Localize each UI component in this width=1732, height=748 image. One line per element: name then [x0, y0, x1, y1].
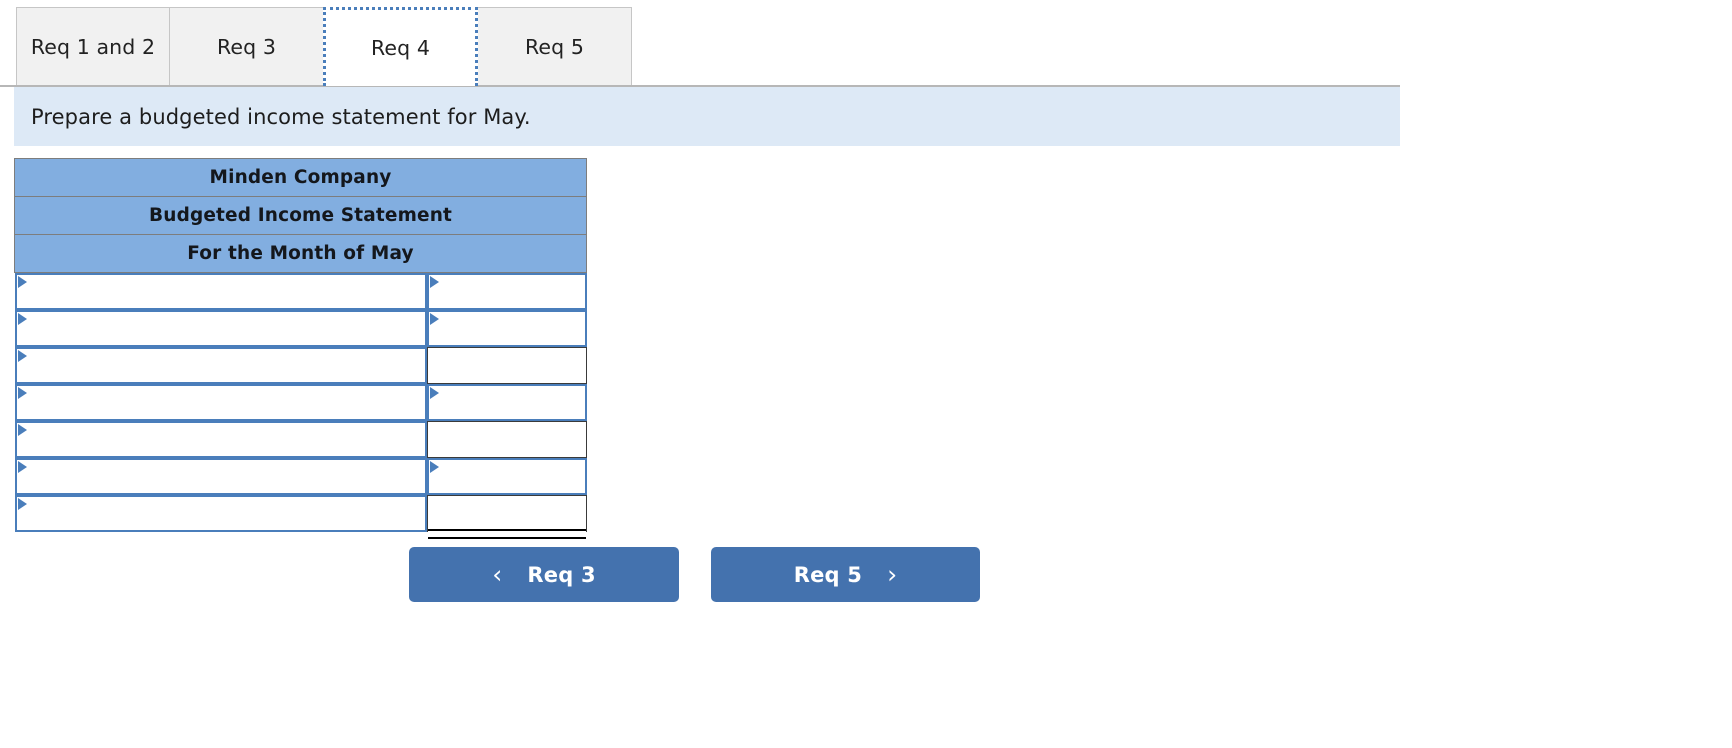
tab-label: Req 4	[370, 36, 430, 60]
table-row	[14, 384, 587, 421]
line-item-select-1-value[interactable]	[28, 275, 421, 308]
statement-period: For the Month of May	[13, 234, 588, 273]
table-row	[14, 347, 587, 384]
statement-title: Budgeted Income Statement	[13, 196, 588, 235]
dropdown-triangle-icon	[17, 387, 27, 399]
navigation-bar: ‹ Req 3 Req 5 ›	[0, 547, 1732, 627]
amount-input-3-value[interactable]	[431, 348, 578, 383]
dropdown-triangle-icon	[17, 461, 27, 473]
dropdown-triangle-icon	[17, 424, 27, 436]
line-item-select-7[interactable]	[14, 495, 427, 532]
table-header-row: Minden Company	[13, 158, 588, 197]
line-item-select-6[interactable]	[14, 458, 427, 495]
table-cell-value	[426, 458, 587, 495]
amount-input-5[interactable]	[426, 421, 587, 458]
table-cell-label	[14, 384, 427, 421]
table-row	[14, 421, 587, 458]
tab-label: Req 3	[216, 35, 276, 59]
amount-select-4-value[interactable]	[432, 386, 577, 419]
table-cell-value	[426, 421, 587, 458]
tab-req-3[interactable]: Req 3	[169, 7, 324, 86]
tab-req-5[interactable]: Req 5	[477, 7, 632, 86]
tab-list: Req 1 and 2 Req 3 Req 4 Req 5	[16, 7, 632, 86]
line-item-select-2-value[interactable]	[28, 312, 421, 345]
dropdown-triangle-icon	[17, 498, 27, 510]
table-header-row: For the Month of May	[13, 234, 588, 273]
prev-req-button-label: Req 3	[527, 562, 596, 587]
amount-input-7-total[interactable]	[426, 495, 587, 539]
next-req-button[interactable]: Req 5 ›	[711, 547, 980, 602]
tab-req-4[interactable]: Req 4	[323, 7, 478, 86]
tab-label: Req 1 and 2	[30, 35, 156, 59]
instruction-text: Prepare a budgeted income statement for …	[31, 104, 531, 129]
tab-label: Req 5	[524, 35, 584, 59]
table-row	[14, 458, 587, 495]
amount-select-1[interactable]	[426, 273, 587, 310]
line-item-select-4-value[interactable]	[28, 386, 421, 419]
table-cell-value	[426, 495, 587, 539]
line-item-select-5[interactable]	[14, 421, 427, 458]
line-item-select-5-value[interactable]	[28, 423, 421, 456]
amount-select-2-value[interactable]	[432, 312, 577, 345]
line-item-select-2[interactable]	[14, 310, 427, 347]
table-row	[14, 495, 587, 539]
amount-select-6[interactable]	[426, 458, 587, 495]
table-row	[14, 310, 587, 347]
instruction-banner: Prepare a budgeted income statement for …	[14, 87, 1400, 146]
amount-input-3[interactable]	[426, 347, 587, 384]
line-item-select-4[interactable]	[14, 384, 427, 421]
dropdown-triangle-icon	[17, 276, 27, 288]
dropdown-triangle-icon	[17, 313, 27, 325]
total-double-underline	[427, 529, 586, 539]
budgeted-income-statement-table: Minden Company Budgeted Income Statement…	[13, 158, 588, 539]
table-cell-label	[14, 458, 427, 495]
table-cell-value	[426, 310, 587, 347]
table-cell-label	[14, 347, 427, 384]
chevron-right-icon: ›	[887, 560, 898, 589]
line-item-select-1[interactable]	[14, 273, 427, 310]
chevron-left-icon: ‹	[492, 560, 503, 589]
amount-select-2[interactable]	[426, 310, 587, 347]
table-cell-value	[426, 273, 587, 310]
line-item-select-3[interactable]	[14, 347, 427, 384]
line-item-select-7-value[interactable]	[28, 497, 421, 530]
amount-select-1-value[interactable]	[432, 275, 577, 308]
dropdown-triangle-icon	[17, 350, 27, 362]
amount-input-7-total-value[interactable]	[431, 496, 578, 532]
line-item-select-3-value[interactable]	[28, 349, 421, 382]
amount-select-4[interactable]	[426, 384, 587, 421]
table-cell-label	[14, 310, 427, 347]
prev-req-button[interactable]: ‹ Req 3	[409, 547, 679, 602]
tab-strip: Req 1 and 2 Req 3 Req 4 Req 5	[0, 0, 1732, 87]
table-cell-label	[14, 273, 427, 310]
amount-input-5-value[interactable]	[431, 422, 578, 457]
table-cell-value	[426, 347, 587, 384]
table-row	[14, 273, 587, 310]
amount-select-6-value[interactable]	[432, 460, 577, 493]
next-req-button-label: Req 5	[793, 562, 863, 587]
tab-req-1-and-2[interactable]: Req 1 and 2	[16, 7, 170, 86]
table-cell-label	[14, 495, 427, 532]
statement-company-name: Minden Company	[13, 158, 588, 197]
table-cell-value	[426, 384, 587, 421]
table-header-row: Budgeted Income Statement	[13, 196, 588, 235]
table-cell-label	[14, 421, 427, 458]
line-item-select-6-value[interactable]	[28, 460, 421, 493]
